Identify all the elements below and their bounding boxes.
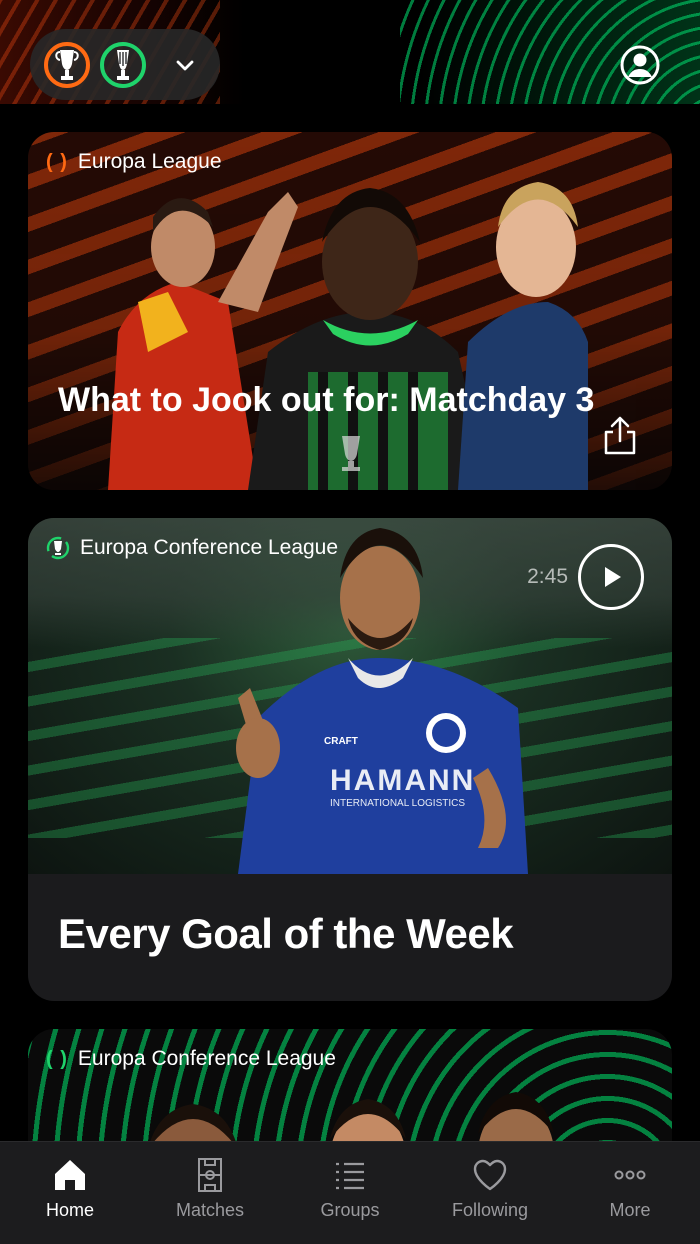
competition-name: Europa Conference League <box>77 1047 336 1070</box>
video-title[interactable]: Every Goal of the Week <box>58 910 514 958</box>
video-duration: 2:45 <box>527 565 568 588</box>
svg-text:HAMANN: HAMANN <box>330 764 475 797</box>
competition-switcher[interactable] <box>30 29 220 100</box>
home-icon <box>55 1160 85 1190</box>
play-icon <box>605 567 621 587</box>
video-card[interactable]: HAMANN INTERNATIONAL LOGISTICS CRAFT Eur… <box>28 518 672 1001</box>
tab-more[interactable]: More <box>570 1156 690 1244</box>
europa-league-trophy-icon[interactable] <box>44 41 90 88</box>
tab-label: More <box>609 1200 651 1220</box>
chevron-down-icon[interactable] <box>172 52 198 78</box>
competition-tag: Europa Conference League <box>46 536 338 560</box>
competition-name: Europa Conference League <box>80 536 339 559</box>
svg-text:INTERNATIONAL LOGISTICS: INTERNATIONAL LOGISTICS <box>330 798 465 809</box>
bottom-tab-bar: Home Matches Groups Following More <box>0 1141 700 1244</box>
tab-following[interactable]: Following <box>430 1156 550 1244</box>
competition-tag: ( ) Europa Conference League <box>46 1047 336 1071</box>
tab-label: Home <box>45 1200 94 1220</box>
competition-tag: ( ) Europa League <box>46 150 222 174</box>
tab-label: Groups <box>320 1200 380 1220</box>
uefa-europa-league-watermark-icon <box>342 436 360 471</box>
heart-icon <box>473 1159 507 1191</box>
conference-league-logo-icon <box>46 536 70 560</box>
svg-text:CRAFT: CRAFT <box>324 736 358 747</box>
more-icon <box>614 1170 646 1180</box>
competition-name: Europa League <box>77 150 222 173</box>
play-button[interactable] <box>578 544 644 610</box>
article-title[interactable]: What to Jook out for: Matchday 3 <box>58 380 618 420</box>
list-icon <box>336 1162 364 1190</box>
player-image: HAMANN INTERNATIONAL LOGISTICS CRAFT <box>236 528 528 874</box>
user-circle-icon[interactable] <box>620 45 660 85</box>
tab-home[interactable]: Home <box>10 1156 130 1244</box>
tab-matches[interactable]: Matches <box>150 1156 270 1244</box>
app-header <box>0 0 700 104</box>
tab-label: Following <box>451 1200 529 1220</box>
video-thumbnail[interactable]: HAMANN INTERNATIONAL LOGISTICS CRAFT <box>28 518 672 874</box>
conference-league-logo-icon: ( ) <box>46 1047 68 1070</box>
conference-league-trophy-icon[interactable] <box>100 41 146 88</box>
europa-league-logo-icon: ( ) <box>46 150 68 173</box>
share-icon[interactable] <box>602 416 638 456</box>
tab-label: Matches <box>175 1200 245 1220</box>
tab-groups[interactable]: Groups <box>290 1156 410 1244</box>
article-card[interactable]: ( ) Europa League What to Jook out for: … <box>28 132 672 490</box>
pitch-icon <box>198 1158 222 1192</box>
